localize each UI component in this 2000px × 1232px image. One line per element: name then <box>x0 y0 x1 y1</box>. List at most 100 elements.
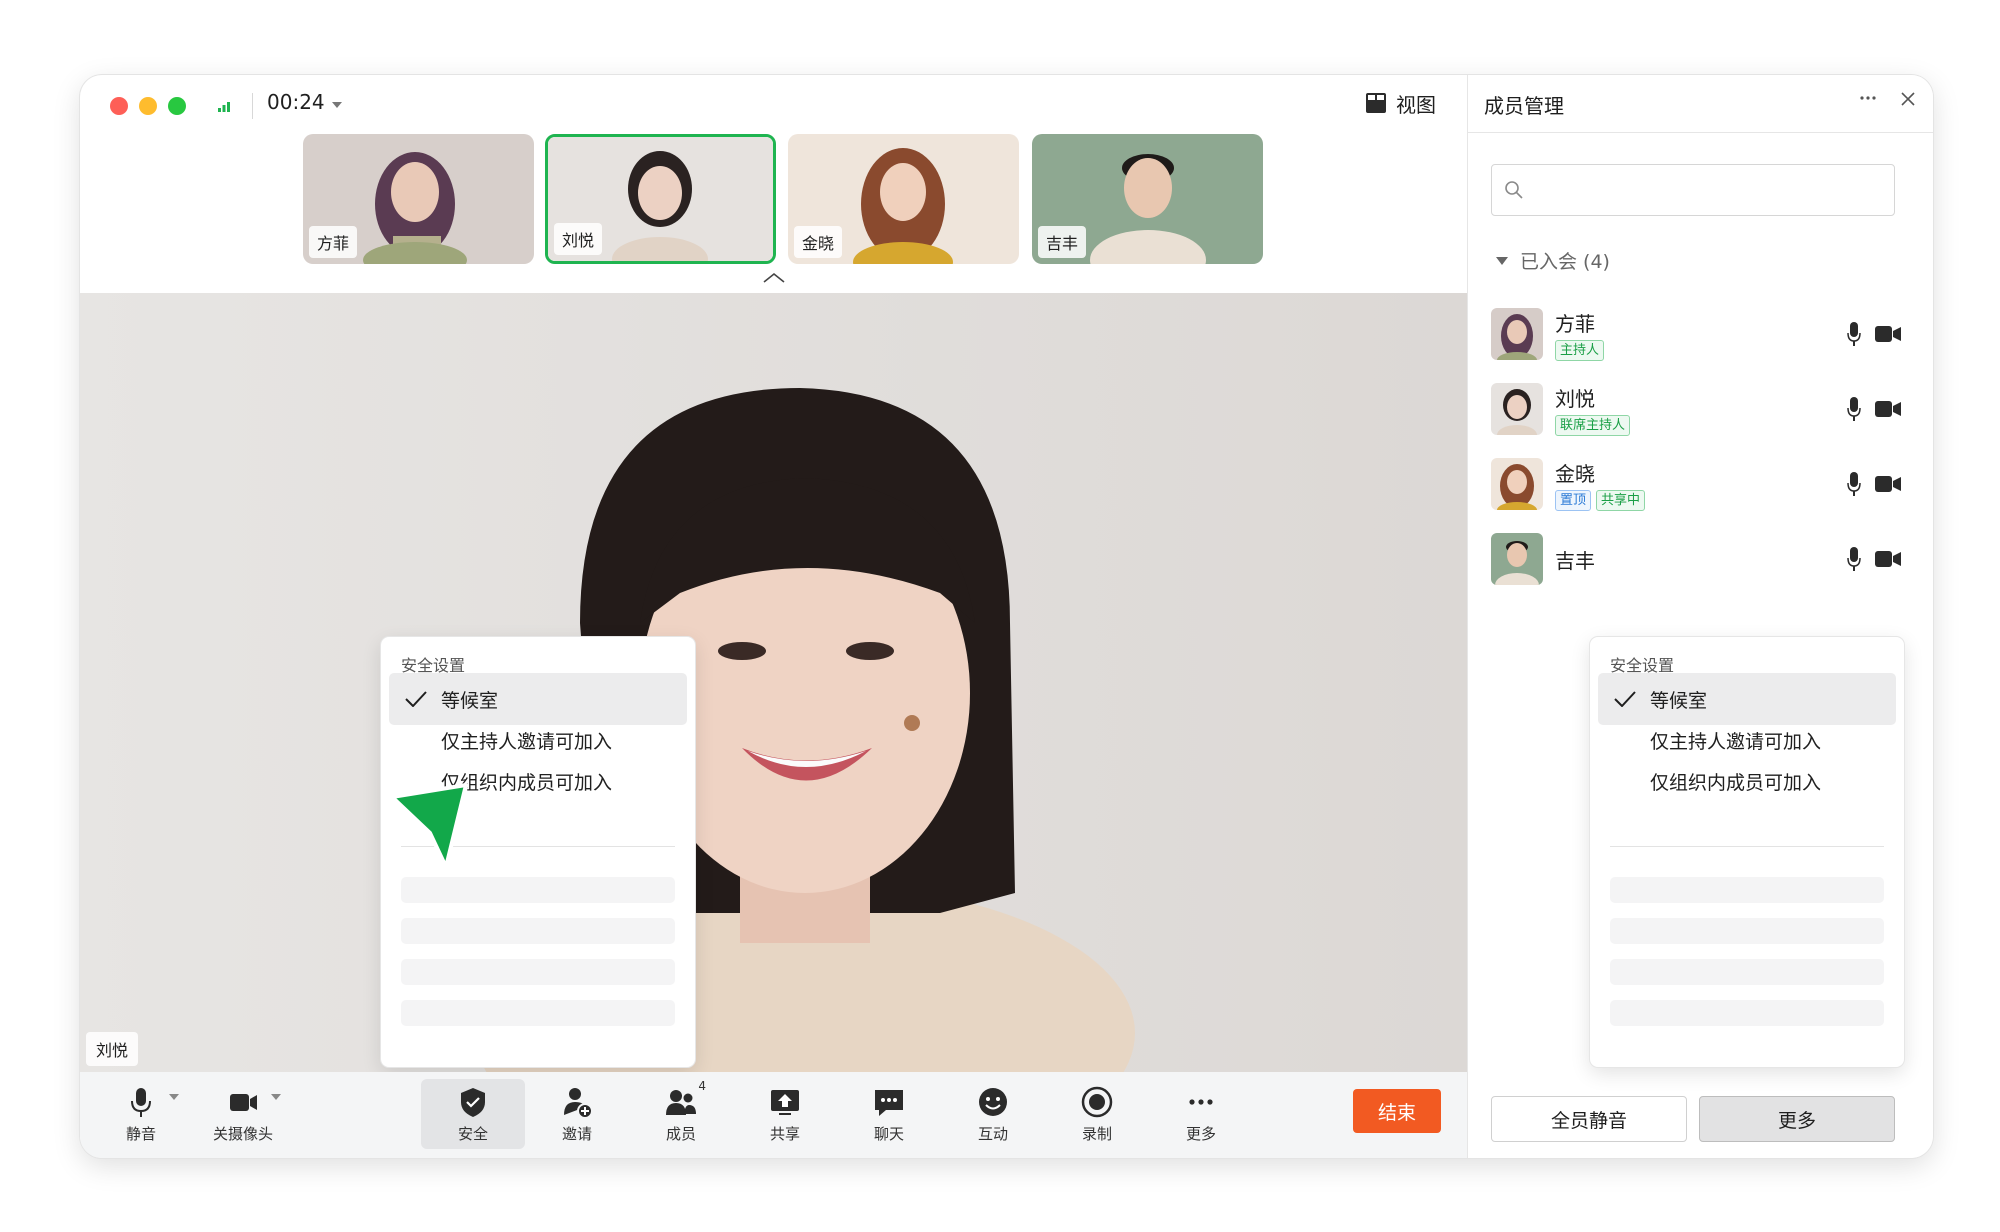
camera-icon[interactable] <box>1875 325 1901 343</box>
shield-icon <box>461 1088 485 1117</box>
role-tag: 联席主持人 <box>1555 415 1631 436</box>
avatar <box>1491 383 1543 435</box>
check-icon <box>1614 691 1636 707</box>
timer-dropdown-icon[interactable] <box>332 102 342 108</box>
thumbnail-participant[interactable]: 金晓 <box>788 134 1019 264</box>
mute-label: 静音 <box>125 1125 156 1143</box>
menu-item-label: 仅组织内成员可加入 <box>1650 771 1822 794</box>
security-label: 安全 <box>457 1125 488 1143</box>
check-icon <box>405 691 427 707</box>
window-close-button[interactable] <box>110 97 128 115</box>
close-icon[interactable] <box>1900 91 1916 107</box>
menu-placeholder <box>1610 959 1884 985</box>
chat-label: 聊天 <box>873 1125 904 1143</box>
menu-placeholder <box>1610 918 1884 944</box>
window-zoom-button[interactable] <box>168 97 186 115</box>
thumbnail-name: 方菲 <box>309 226 358 258</box>
menu-placeholder <box>401 959 675 985</box>
microphone-icon[interactable] <box>1847 322 1861 346</box>
view-grid-icon <box>1366 93 1386 113</box>
more-icon[interactable] <box>1859 95 1877 101</box>
more-icon <box>1189 1099 1213 1105</box>
member-search-input[interactable] <box>1534 175 1884 205</box>
camera-icon[interactable] <box>1875 475 1901 493</box>
share-screen-icon <box>771 1090 799 1115</box>
thumbnail-name: 吉丰 <box>1038 226 1087 258</box>
microphone-icon <box>131 1088 151 1117</box>
menu-placeholder <box>1610 877 1884 903</box>
main-video[interactable]: 刘悦 <box>80 293 1467 1072</box>
cursor-arrow-icon <box>390 783 468 869</box>
member-management-panel: 成员管理 已入会 (4) 方菲 主持人 刘悦 联席主持人 金晓 置顶 共享中 吉… <box>1467 75 1933 1158</box>
member-row[interactable]: 吉丰 <box>1491 533 1911 593</box>
joined-group-toggle[interactable]: 已入会 (4) <box>1496 247 1610 274</box>
menu-item-label: 等候室 <box>441 689 499 712</box>
member-name: 方菲 <box>1555 312 1595 336</box>
menu-item-label: 等候室 <box>1650 689 1708 712</box>
member-name: 金晓 <box>1555 462 1595 486</box>
menu-divider <box>1610 846 1884 847</box>
menu-placeholder <box>1610 1000 1884 1026</box>
member-row[interactable]: 方菲 主持人 <box>1491 308 1911 368</box>
search-icon <box>1505 181 1523 199</box>
speaker-name-tag: 刘悦 <box>86 1032 139 1066</box>
more-button[interactable]: 更多 <box>1149 1079 1253 1149</box>
member-row[interactable]: 刘悦 联席主持人 <box>1491 383 1911 443</box>
microphone-icon[interactable] <box>1847 547 1861 571</box>
security-button[interactable]: 安全 <box>421 1079 525 1149</box>
emoji-icon <box>979 1088 1007 1116</box>
interact-label: 互动 <box>977 1125 1008 1143</box>
camera-icon[interactable] <box>1875 550 1901 568</box>
menu-item-label: 仅主持人邀请可加入 <box>441 730 613 753</box>
thumbnail-participant[interactable]: 吉丰 <box>1032 134 1263 264</box>
mute-all-button[interactable]: 全员静音 <box>1491 1096 1687 1142</box>
microphone-icon[interactable] <box>1847 472 1861 496</box>
view-button[interactable]: 视图 <box>1366 90 1436 117</box>
member-name: 刘悦 <box>1555 387 1595 411</box>
chat-icon <box>875 1090 903 1116</box>
chevron-up-icon[interactable] <box>762 271 786 283</box>
avatar <box>1491 533 1543 585</box>
add-user-icon <box>564 1088 593 1119</box>
security-settings-menu: 安全设置 等候室 仅主持人邀请可加入 仅组织内成员可加入 <box>1590 637 1904 1067</box>
member-search-box[interactable] <box>1491 164 1895 216</box>
end-meeting-button[interactable]: 结束 <box>1353 1089 1441 1133</box>
share-button[interactable]: 共享 <box>733 1079 837 1149</box>
avatar <box>1491 308 1543 360</box>
chat-button[interactable]: 聊天 <box>837 1079 941 1149</box>
sharing-tag: 共享中 <box>1596 490 1646 511</box>
members-label: 成员 <box>665 1125 696 1143</box>
thumbnail-participant[interactable]: 方菲 <box>303 134 534 264</box>
camera-options-caret[interactable] <box>271 1094 281 1100</box>
panel-more-button[interactable]: 更多 <box>1699 1096 1895 1142</box>
record-icon <box>1081 1086 1113 1118</box>
menu-placeholder <box>401 1000 675 1026</box>
member-name: 吉丰 <box>1555 549 1595 573</box>
avatar <box>1491 458 1543 510</box>
member-row[interactable]: 金晓 置顶 共享中 <box>1491 458 1911 518</box>
member-tags: 主持人 <box>1555 340 1605 361</box>
window-minimize-button[interactable] <box>139 97 157 115</box>
members-button[interactable]: 4 成员 <box>629 1079 733 1149</box>
meeting-window: 00:24 视图 方菲 刘悦 金晓 吉丰 刘悦 安全设置 等候室 仅主持人邀请可… <box>80 75 1933 1158</box>
members-count-badge: 4 <box>698 1079 706 1093</box>
signal-icon <box>218 102 230 112</box>
group-label: 已入会 (4) <box>1520 251 1610 273</box>
role-tag: 主持人 <box>1555 340 1605 361</box>
members-icon: 4 <box>664 1079 706 1119</box>
mute-button[interactable]: 静音 <box>89 1079 193 1149</box>
speaker-video <box>80 293 1467 1072</box>
menu-item-org-members-only[interactable]: 仅组织内成员可加入 <box>1598 755 1896 807</box>
camera-icon[interactable] <box>1875 400 1901 418</box>
invite-button[interactable]: 邀请 <box>525 1079 629 1149</box>
panel-header: 成员管理 <box>1468 75 1933 133</box>
view-label: 视图 <box>1396 92 1436 117</box>
thumbnail-participant-active[interactable]: 刘悦 <box>545 134 776 264</box>
camera-button[interactable]: 关摄像头 <box>191 1079 295 1149</box>
interact-button[interactable]: 互动 <box>941 1079 1045 1149</box>
microphone-icon[interactable] <box>1847 397 1861 421</box>
record-button[interactable]: 录制 <box>1045 1079 1149 1149</box>
record-label: 录制 <box>1081 1125 1112 1143</box>
mute-options-caret[interactable] <box>169 1094 179 1100</box>
meeting-timer[interactable]: 00:24 <box>267 90 325 114</box>
